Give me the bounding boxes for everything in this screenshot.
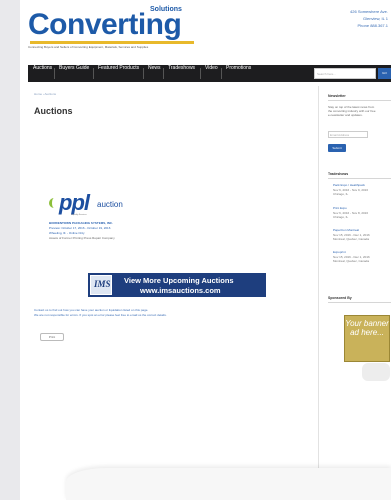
page-curl-decoration [66,468,391,500]
ims-auctions-banner[interactable]: IMS View More Upcoming Auctions www.imsa… [88,273,266,297]
nav-divider [221,68,222,79]
sidebar-rule [328,302,391,303]
search-input[interactable]: Search here... [314,68,376,79]
sidebar-rule [328,178,391,179]
nav-item-auctions[interactable]: Auctions [33,65,52,82]
tradeshows-heading: Tradeshows [328,172,349,176]
logo-wordmark: Converting [28,8,182,41]
tradeshow-place: Montreal, Quebec, Canada [333,259,370,263]
site-logo[interactable]: Converting Solutions [28,6,196,44]
nav-divider [200,68,201,79]
nav-divider [93,68,94,79]
banner-ad-placeholder[interactable]: Your banner ad here... [344,315,390,362]
ppl-logo-subtitle: Liquidity Services [71,214,87,216]
tradeshow-item: PaperCon Montreal Nov 15, 2016 - Dec 1, … [333,228,370,242]
errors-note: We are not responsible for errors. If yo… [34,313,167,317]
logo-underline [30,41,194,44]
nav-divider [143,68,144,79]
tradeshow-place: Chicago, IL [333,215,349,219]
logo-subtitle: Solutions [150,6,182,13]
nav-divider [163,68,164,79]
banner-url: www.imsauctions.com [140,286,221,295]
newsletter-text-line: e-newsletter and updates. [328,113,363,117]
auction-listing: BORDENTOWN PACKAGING SYSTEMS, INC. Previ… [49,221,115,241]
tradeshow-item: Pack Expo / Healthpack Nov 6, 2016 - Nov… [333,183,368,197]
newsletter-heading: Newsletter [328,94,346,98]
sidebar-rule [328,100,391,101]
site-tagline: Connecting Buyers and Sellers of Convert… [28,45,149,49]
print-button[interactable]: Print [40,333,64,341]
nav-item-buyers-guide[interactable]: Buyers Guide [59,65,89,82]
banner-headline: View More Upcoming Auctions [124,276,234,285]
ims-logo-icon: IMS [90,275,112,295]
address-line: Glenview, IL 1 [363,16,388,21]
tradeshow-link[interactable]: Pack Expo / Healthpack [333,183,368,188]
nav-item-video[interactable]: Video [205,65,218,82]
submit-button[interactable]: Submit [328,144,346,152]
tradeshow-place: Chicago, IL [333,192,349,196]
listing-note: Contact us to find out how you can have … [34,308,314,318]
nav-item-tradeshows[interactable]: Tradeshows [168,65,195,82]
auction-description: Assets of Former Printing Press Repair C… [49,236,115,240]
tradeshow-item: Print Expo Nov 6, 2016 - Nov 8, 2016 Chi… [333,206,368,220]
page-title: Auctions [34,106,73,116]
ad-shadow [362,363,390,381]
nav-item-promotions[interactable]: Promotions [226,65,251,82]
address-line: Phone 888.367.1 [357,23,388,28]
address-line: 426 Somewhere Ave. [350,9,388,14]
ppl-logo-text: ppl [59,190,90,215]
ppl-auction-logo[interactable]: ppl auction Liquidity Services [49,190,123,218]
column-divider [318,86,319,500]
email-field[interactable]: Email Address [328,131,368,138]
nav-item-news[interactable]: News [148,65,161,82]
breadcrumb[interactable]: Home › Auctions [34,92,56,96]
tradeshow-item: Expoprint Nov 15, 2016 - Dec 1, 2016 Mon… [333,250,370,264]
search-button[interactable]: GO [378,68,391,79]
tradeshow-place: Montreal, Quebec, Canada [333,237,370,241]
sponsored-heading: Sponsored By [328,296,352,300]
nav-item-featured-products[interactable]: Featured Products [98,65,139,82]
ppl-logo-word: auction [97,200,123,209]
ims-logo-text: IMS [94,279,111,289]
nav-divider [54,68,55,79]
contact-address: 426 Somewhere Ave. Glenview, IL 1 Phone … [328,8,388,29]
